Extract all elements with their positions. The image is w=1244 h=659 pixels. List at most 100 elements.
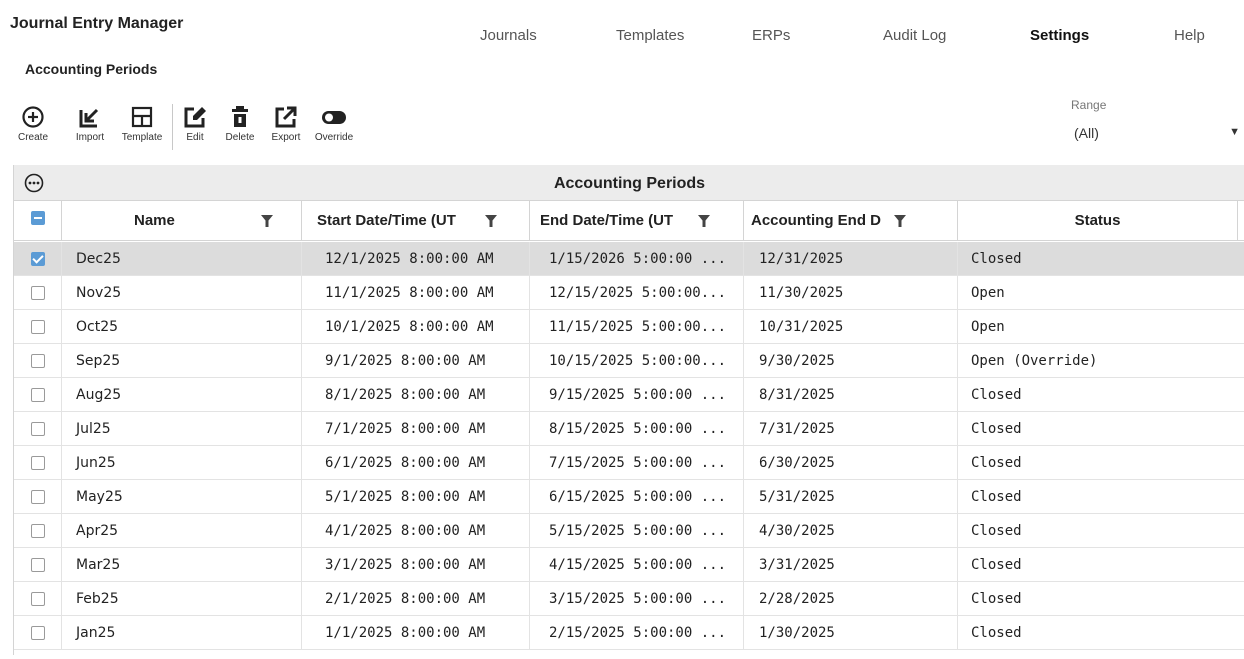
table-row[interactable]: May25 5/1/2025 8:00:00 AM 6/15/2025 5:00:0… bbox=[14, 480, 1244, 514]
grid-caption: Accounting Periods bbox=[14, 165, 1244, 201]
cell-status: Closed bbox=[971, 557, 1022, 573]
column-header-start[interactable]: Start Date/Time (UT bbox=[302, 201, 530, 241]
select-all-checkbox[interactable] bbox=[31, 211, 45, 225]
delete-button[interactable]: Delete bbox=[223, 104, 257, 143]
row-checkbox[interactable] bbox=[31, 490, 45, 504]
table-row[interactable]: Oct25 10/1/2025 8:00:00 AM 11/15/2025 5:00… bbox=[14, 310, 1244, 344]
row-select-cell bbox=[14, 412, 62, 446]
cell-accounting-end: 6/30/2025 bbox=[744, 446, 958, 480]
dropdown-arrow-icon: ▼ bbox=[1229, 126, 1240, 138]
filter-icon[interactable] bbox=[893, 214, 907, 228]
cell-start-datetime: 4/1/2025 8:00:00 AM bbox=[302, 514, 530, 548]
create-button[interactable]: Create bbox=[18, 104, 48, 143]
cell-name: Mar25 bbox=[62, 548, 302, 582]
cell-accounting-end: 7/31/2025 bbox=[744, 412, 958, 446]
cell-start-datetime: 6/1/2025 8:00:00 AM bbox=[302, 446, 530, 480]
select-all-cell bbox=[14, 201, 62, 241]
export-button[interactable]: Export bbox=[269, 104, 303, 143]
cell-status: Open bbox=[971, 285, 1005, 301]
nav-erps[interactable]: ERPs bbox=[752, 27, 790, 44]
template-button[interactable]: Template bbox=[117, 104, 167, 143]
row-select-cell bbox=[14, 378, 62, 412]
row-checkbox[interactable] bbox=[31, 422, 45, 436]
cell-end-datetime: 11/15/2025 5:00:00... bbox=[530, 310, 744, 344]
cell-accounting-end: 12/31/2025 bbox=[744, 242, 958, 276]
row-checkbox[interactable] bbox=[31, 252, 45, 266]
cell-end-datetime: 10/15/2025 5:00:00... bbox=[530, 344, 744, 378]
table-row[interactable]: Nov25 11/1/2025 8:00:00 AM 12/15/2025 5:00… bbox=[14, 276, 1244, 310]
cell-status: Closed bbox=[971, 455, 1022, 471]
nav-help[interactable]: Help bbox=[1174, 27, 1205, 44]
cell-name: Nov25 bbox=[62, 276, 302, 310]
column-header-status[interactable]: Status bbox=[958, 201, 1238, 241]
cell-end-datetime: 6/15/2025 5:00:00 ... bbox=[530, 480, 744, 514]
edit-label: Edit bbox=[186, 132, 204, 143]
template-grid-icon bbox=[131, 106, 153, 128]
row-select-cell bbox=[14, 242, 62, 276]
accounting-periods-grid: Accounting Periods Name Start Date/Time … bbox=[13, 165, 1244, 655]
table-row[interactable]: Dec25 12/1/2025 8:00:00 AM 1/15/2026 5:00:… bbox=[14, 242, 1244, 276]
override-button[interactable]: Override bbox=[312, 104, 356, 143]
row-checkbox[interactable] bbox=[31, 626, 45, 640]
row-checkbox[interactable] bbox=[31, 456, 45, 470]
cell-status: Open (Override) bbox=[971, 353, 1098, 369]
nav-audit-log[interactable]: Audit Log bbox=[883, 27, 946, 44]
row-checkbox[interactable] bbox=[31, 592, 45, 606]
row-select-cell bbox=[14, 480, 62, 514]
row-select-cell bbox=[14, 514, 62, 548]
column-label-name: Name bbox=[134, 212, 175, 229]
row-checkbox[interactable] bbox=[31, 524, 45, 538]
cell-end-datetime: 5/15/2025 5:00:00 ... bbox=[530, 514, 744, 548]
row-select-cell bbox=[14, 616, 62, 650]
cell-status: Closed bbox=[971, 251, 1022, 267]
grid-title: Accounting Periods bbox=[553, 175, 706, 192]
cell-start-datetime: 5/1/2025 8:00:00 AM bbox=[302, 480, 530, 514]
nav-journals[interactable]: Journals bbox=[480, 27, 537, 44]
row-select-cell bbox=[14, 310, 62, 344]
column-header-accounting-end[interactable]: Accounting End D bbox=[744, 201, 958, 241]
edit-button[interactable]: Edit bbox=[180, 104, 210, 143]
column-header-end[interactable]: End Date/Time (UT bbox=[530, 201, 744, 241]
cell-accounting-end: 8/31/2025 bbox=[744, 378, 958, 412]
cell-start-datetime: 12/1/2025 8:00:00 AM bbox=[302, 242, 530, 276]
export-arrow-icon bbox=[275, 106, 297, 128]
cell-accounting-end: 9/30/2025 bbox=[744, 344, 958, 378]
table-row[interactable]: Apr25 4/1/2025 8:00:00 AM 5/15/2025 5:00:0… bbox=[14, 514, 1244, 548]
cell-accounting-end: 3/31/2025 bbox=[744, 548, 958, 582]
column-header-name[interactable]: Name bbox=[62, 201, 302, 241]
row-checkbox[interactable] bbox=[31, 354, 45, 368]
plus-circle-icon bbox=[22, 106, 44, 128]
row-checkbox[interactable] bbox=[31, 286, 45, 300]
row-checkbox[interactable] bbox=[31, 558, 45, 572]
table-row[interactable]: Jan25 1/1/2025 8:00:00 AM 2/15/2025 5:00:0… bbox=[14, 616, 1244, 650]
cell-start-datetime: 7/1/2025 8:00:00 AM bbox=[302, 412, 530, 446]
table-row[interactable]: Jul25 7/1/2025 8:00:00 AM 8/15/2025 5:00:0… bbox=[14, 412, 1244, 446]
row-select-cell bbox=[14, 276, 62, 310]
cell-start-datetime: 10/1/2025 8:00:00 AM bbox=[302, 310, 530, 344]
column-label-accounting-end: Accounting End D bbox=[751, 212, 881, 229]
filter-icon[interactable] bbox=[484, 214, 498, 228]
row-checkbox[interactable] bbox=[31, 388, 45, 402]
toggle-icon bbox=[322, 111, 346, 124]
table-row[interactable]: Feb25 2/1/2025 8:00:00 AM 3/15/2025 5:00:0… bbox=[14, 582, 1244, 616]
cell-start-datetime: 2/1/2025 8:00:00 AM bbox=[302, 582, 530, 616]
row-checkbox[interactable] bbox=[31, 320, 45, 334]
filter-icon[interactable] bbox=[697, 214, 711, 228]
cell-end-datetime: 7/15/2025 5:00:00 ... bbox=[530, 446, 744, 480]
table-row[interactable]: Sep25 9/1/2025 8:00:00 AM 10/15/2025 5:00:… bbox=[14, 344, 1244, 378]
cell-status: Closed bbox=[971, 591, 1022, 607]
cell-accounting-end: 2/28/2025 bbox=[744, 582, 958, 616]
cell-end-datetime: 9/15/2025 5:00:00 ... bbox=[530, 378, 744, 412]
table-row[interactable]: Jun25 6/1/2025 8:00:00 AM 7/15/2025 5:00:0… bbox=[14, 446, 1244, 480]
range-select[interactable]: (All) ▼ bbox=[1065, 118, 1244, 150]
row-select-cell bbox=[14, 446, 62, 480]
import-button[interactable]: Import bbox=[70, 104, 110, 143]
table-row[interactable]: Aug25 8/1/2025 8:00:00 AM 9/15/2025 5:00:0… bbox=[14, 378, 1244, 412]
table-row[interactable]: Mar25 3/1/2025 8:00:00 AM 4/15/2025 5:00:0… bbox=[14, 548, 1244, 582]
cell-name: Sep25 bbox=[62, 344, 302, 378]
nav-settings[interactable]: Settings bbox=[1030, 27, 1089, 44]
cell-name: Apr25 bbox=[62, 514, 302, 548]
nav-templates[interactable]: Templates bbox=[616, 27, 684, 44]
filter-icon[interactable] bbox=[260, 214, 274, 228]
column-label-end: End Date/Time (UT bbox=[540, 212, 674, 229]
